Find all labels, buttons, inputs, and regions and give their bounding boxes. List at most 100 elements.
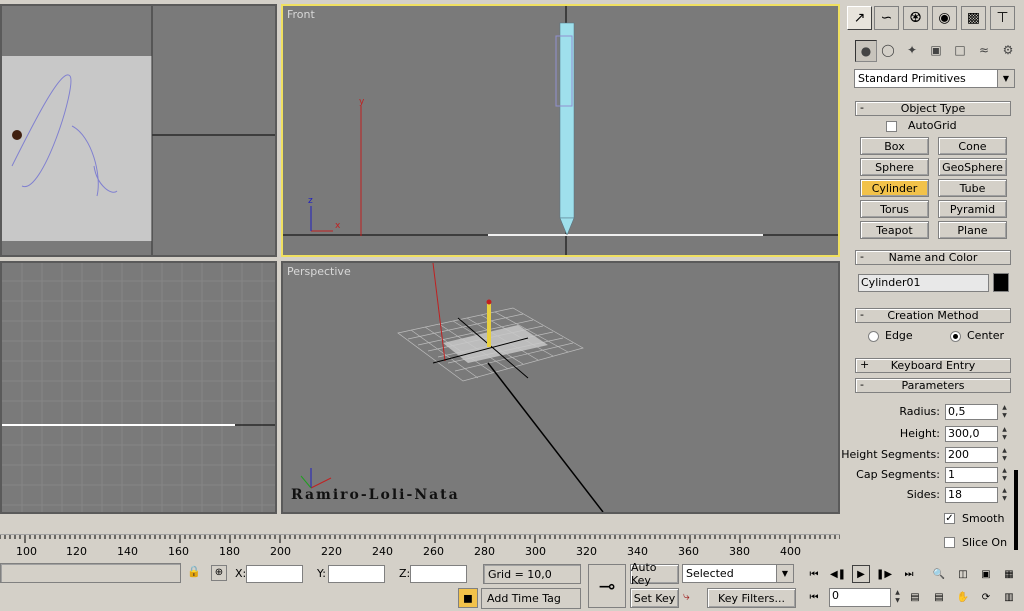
radius-field[interactable]: 0,5: [945, 404, 998, 420]
systems-icon[interactable]: ⚙: [998, 40, 1018, 60]
motion-tab-icon[interactable]: ◉: [932, 6, 957, 30]
edge-radio[interactable]: [868, 331, 879, 342]
shapes-icon[interactable]: ◯: [878, 40, 898, 60]
box-button[interactable]: Box: [860, 137, 929, 155]
torus-button[interactable]: Torus: [860, 200, 929, 218]
geometry-icon[interactable]: ●: [855, 40, 877, 62]
cap-segments-spinner-icon[interactable]: ▲ ▼: [1000, 467, 1009, 483]
rollout-name-and-color[interactable]: - Name and Color: [855, 250, 1011, 265]
grid-readout-text: Grid = 10,0: [488, 568, 552, 581]
category-dropdown[interactable]: Standard Primitives ▼: [854, 69, 1015, 88]
add-time-tag-field[interactable]: Add Time Tag: [481, 588, 581, 609]
set-key-mode-icon[interactable]: ⊸: [588, 564, 626, 608]
utilities-tab-icon[interactable]: ⊤: [990, 6, 1015, 30]
viewport-top[interactable]: [0, 4, 277, 257]
timeline-tick: 240: [372, 545, 393, 558]
timeline-tick: 140: [117, 545, 138, 558]
hierarchy-tab-icon[interactable]: ♼: [903, 6, 928, 30]
previous-frame-icon[interactable]: ◀❚: [829, 565, 847, 583]
left-viewport-grid: [2, 263, 275, 512]
rollout-parameters[interactable]: - Parameters: [855, 378, 1011, 393]
zoom-all-icon[interactable]: ◫: [954, 565, 972, 583]
default-tangent-icon[interactable]: ⤷: [683, 589, 703, 607]
go-to-start-icon[interactable]: ⏮: [805, 565, 823, 583]
lights-icon[interactable]: ✦: [902, 40, 922, 60]
slice-on-checkbox[interactable]: [944, 537, 955, 548]
create-tab-icon[interactable]: ↗: [847, 6, 872, 30]
y-coordinate-field[interactable]: [328, 565, 385, 583]
svg-text:x: x: [335, 221, 341, 231]
display-tab-icon[interactable]: ▩: [961, 6, 986, 30]
spacewarps-icon[interactable]: ≈: [974, 40, 994, 60]
maximize-viewport-icon[interactable]: ▥: [1000, 588, 1018, 606]
viewport-perspective[interactable]: Perspective Ramiro-Loli-Nata: [281, 261, 840, 514]
sides-spinner-icon[interactable]: ▲ ▼: [1000, 487, 1009, 503]
autogrid-checkbox[interactable]: [886, 121, 897, 132]
front-viewport-scene: y x z: [283, 6, 838, 255]
smooth-checkbox[interactable]: ✓: [944, 513, 955, 524]
frame-spinner-icon[interactable]: ▲ ▼: [893, 589, 902, 605]
time-configuration-icon[interactable]: ▤: [906, 588, 924, 606]
z-coordinate-field[interactable]: [410, 565, 467, 583]
key-mode-toggle-icon[interactable]: ⏮: [805, 588, 823, 606]
time-tag-icon[interactable]: ◼: [458, 588, 478, 608]
geosphere-button[interactable]: GeoSphere: [938, 158, 1007, 176]
pyramid-button[interactable]: Pyramid: [938, 200, 1007, 218]
height-field[interactable]: 300,0: [945, 426, 998, 442]
x-coordinate-field[interactable]: [246, 565, 303, 583]
viewport-left[interactable]: [0, 261, 277, 514]
grid-readout: Grid = 10,0: [483, 564, 581, 584]
smooth-label: Smooth: [962, 512, 1005, 525]
timeline-tick: 100: [16, 545, 37, 558]
auto-key-button[interactable]: Auto Key: [630, 561, 679, 587]
timeline-tick: 340: [627, 545, 648, 558]
rollout-keyboard-entry[interactable]: + Keyboard Entry: [855, 358, 1011, 373]
sphere-button[interactable]: Sphere: [860, 158, 929, 176]
zoom-extents-all-icon[interactable]: ▦: [1000, 565, 1018, 583]
height-segments-field[interactable]: 200: [945, 447, 998, 463]
height-segments-label: Height Segments:: [841, 448, 940, 461]
absolute-mode-icon[interactable]: ⊕: [211, 565, 227, 581]
teapot-button[interactable]: Teapot: [860, 221, 929, 239]
zoom-icon[interactable]: 🔍: [930, 565, 948, 583]
modify-tab-icon[interactable]: ∽: [874, 6, 899, 30]
object-color-swatch[interactable]: [993, 273, 1009, 292]
next-frame-icon[interactable]: ❚▶: [875, 565, 893, 583]
panel-scrollbar[interactable]: [1014, 470, 1018, 550]
plane-button[interactable]: Plane: [938, 221, 1007, 239]
arc-rotate-icon[interactable]: ⟳: [977, 588, 995, 606]
viewport-front[interactable]: Front y x z: [281, 4, 840, 257]
object-name-field[interactable]: Cylinder01: [858, 274, 989, 292]
key-filters-button[interactable]: Key Filters...: [707, 588, 796, 608]
radius-spinner-icon[interactable]: ▲ ▼: [1000, 404, 1009, 420]
go-to-end-icon[interactable]: ⏭: [900, 565, 918, 583]
cameras-icon[interactable]: ▣: [926, 40, 946, 60]
current-frame-field[interactable]: 0: [829, 588, 891, 607]
cap-segments-field[interactable]: 1: [945, 467, 998, 483]
expand-icon: +: [860, 358, 870, 371]
add-time-tag-label: Add Time Tag: [487, 592, 561, 605]
field-of-view-icon[interactable]: ▤: [930, 588, 948, 606]
rollout-object-type[interactable]: - Object Type: [855, 101, 1011, 116]
sides-label: Sides:: [906, 488, 940, 501]
prompt-line: [0, 563, 181, 583]
z-label: Z:: [399, 567, 411, 580]
height-spinner-icon[interactable]: ▲ ▼: [1000, 426, 1009, 442]
cylinder-button[interactable]: Cylinder: [860, 179, 929, 197]
pan-icon[interactable]: ✋: [954, 588, 972, 606]
zoom-extents-icon[interactable]: ▣: [977, 565, 995, 583]
set-key-button[interactable]: Set Key: [630, 588, 679, 608]
height-segments-spinner-icon[interactable]: ▲ ▼: [1000, 447, 1009, 463]
cone-button[interactable]: Cone: [938, 137, 1007, 155]
selection-set-dropdown[interactable]: Selected ▼: [682, 564, 794, 583]
timeline-ruler[interactable]: 100 120 140 160 180 200 220 240 260 280 …: [0, 534, 840, 558]
rollout-creation-method[interactable]: - Creation Method: [855, 308, 1011, 323]
center-radio[interactable]: [950, 331, 961, 342]
tube-button[interactable]: Tube: [938, 179, 1007, 197]
play-icon[interactable]: ▶: [852, 565, 870, 583]
center-label: Center: [967, 329, 1005, 342]
sides-field[interactable]: 18: [945, 487, 998, 503]
rollout-object-type-title: Object Type: [900, 102, 966, 115]
lock-icon[interactable]: 🔒: [187, 565, 201, 581]
helpers-icon[interactable]: □: [950, 40, 970, 60]
